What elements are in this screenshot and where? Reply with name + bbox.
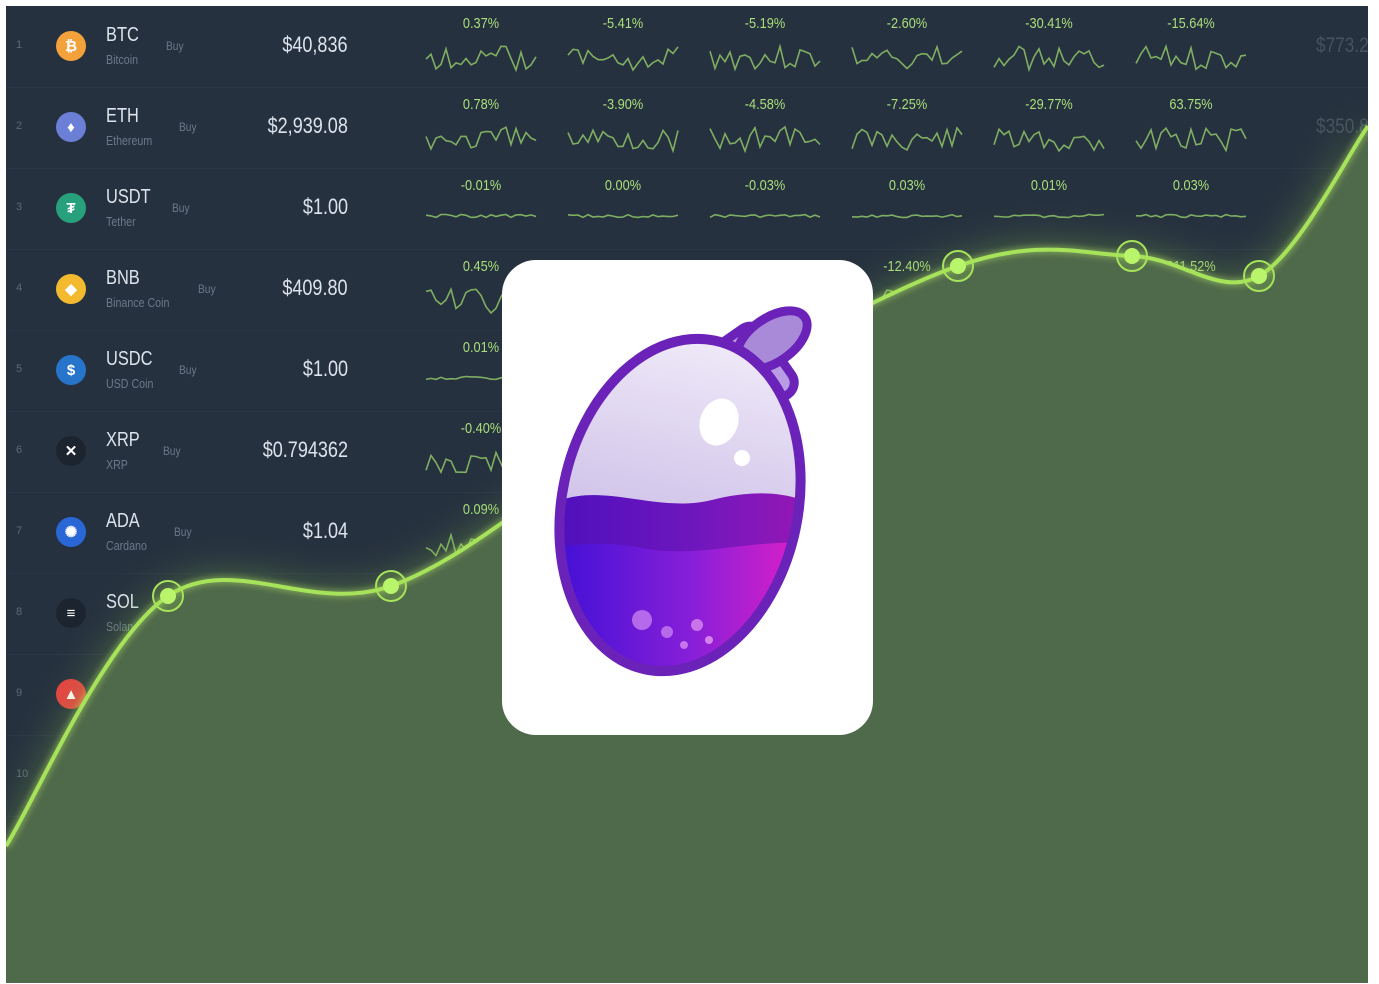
chart-point bbox=[1116, 240, 1148, 272]
chart-point bbox=[1243, 260, 1275, 292]
chart-point bbox=[375, 570, 407, 602]
token-logo-card bbox=[502, 260, 873, 735]
market-background: 1 ₿ BTC Bitcoin Buy $40,836 0.37% -5.41% -5.19% -… bbox=[6, 6, 1368, 983]
chart-point bbox=[152, 580, 184, 612]
chart-point bbox=[942, 250, 974, 282]
potion-bottle-icon bbox=[542, 306, 822, 694]
